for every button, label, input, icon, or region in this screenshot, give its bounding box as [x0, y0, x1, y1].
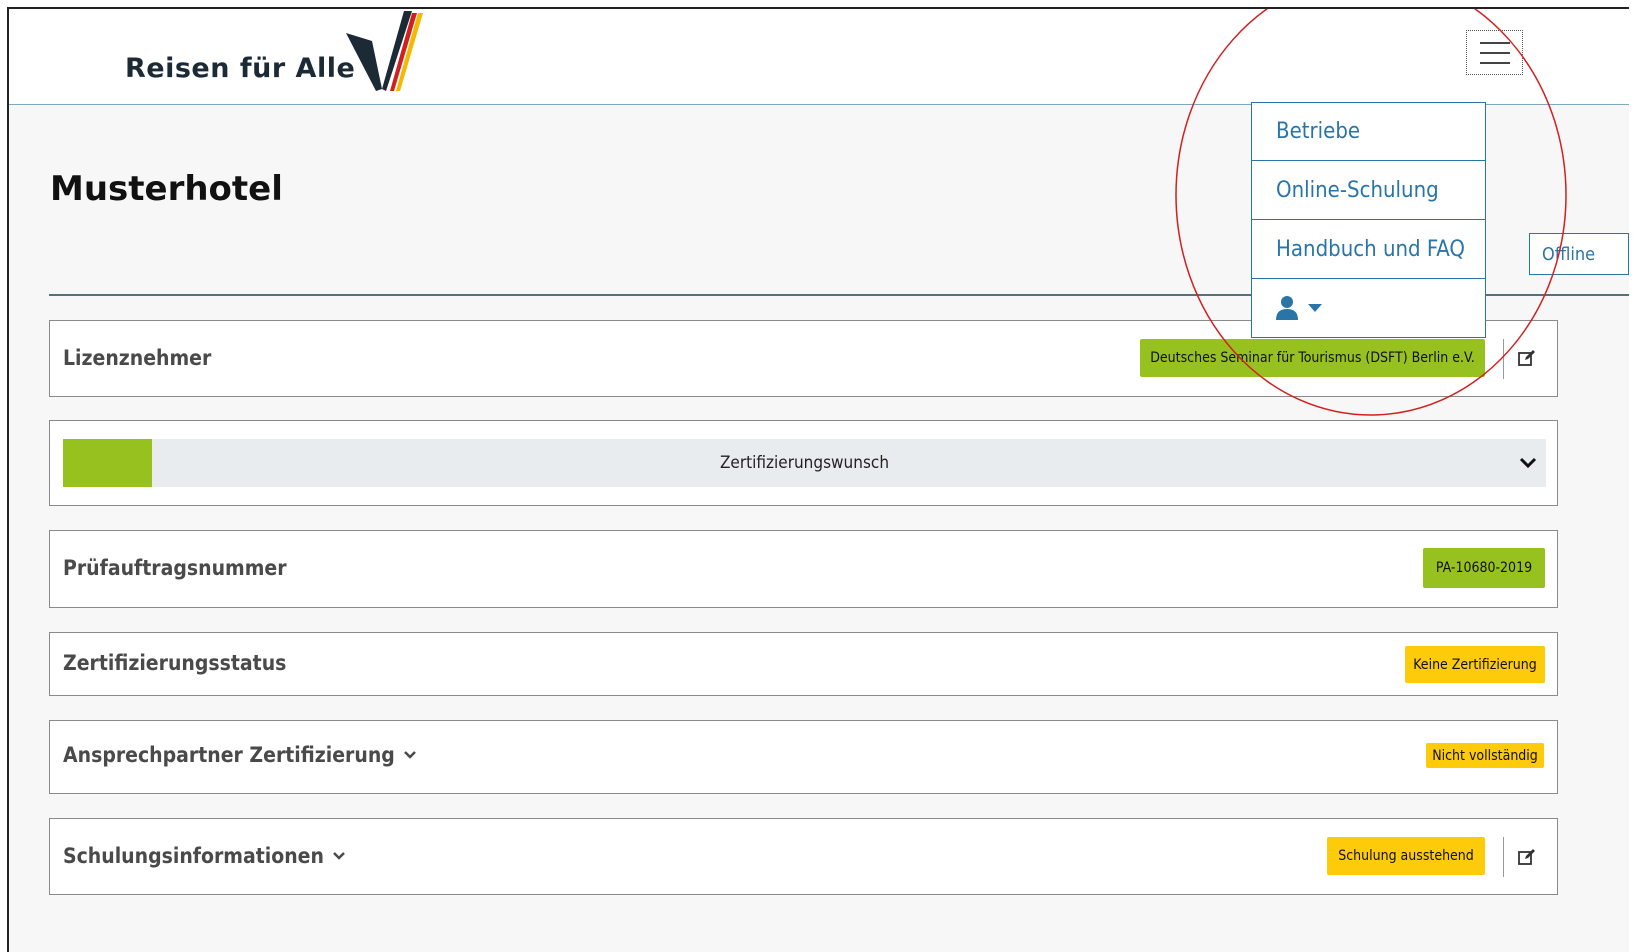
card-title[interactable]: Ansprechpartner Zertifizierung — [63, 743, 417, 767]
menu-toggle-button[interactable] — [1466, 30, 1523, 75]
chevron-down-icon — [403, 751, 416, 759]
menu-item-handbuch-faq[interactable]: Handbuch und FAQ — [1251, 220, 1486, 279]
caret-down-icon — [1308, 304, 1322, 312]
card-zertifizierungswunsch: Zertifizierungswunsch — [49, 420, 1558, 506]
training-status-badge: Schulung ausstehend — [1327, 837, 1485, 875]
certification-progress-toggle[interactable]: Zertifizierungswunsch — [63, 439, 1546, 487]
order-number-badge: PA-10680-2019 — [1423, 548, 1545, 588]
card-zertifizierungsstatus: Zertifizierungsstatus Keine Zertifizieru… — [49, 632, 1558, 696]
card-title-text: Lizenznehmer — [63, 346, 212, 370]
card-title: Zertifizierungsstatus — [63, 651, 286, 675]
nav-dropdown-menu: Betriebe Online-Schulung Handbuch und FA… — [1251, 102, 1486, 338]
top-header: Reisen für Alle — [9, 9, 1629, 105]
chevron-down-icon — [333, 852, 345, 860]
card-title[interactable]: Schulungsinformationen — [63, 844, 346, 868]
offline-button[interactable]: Offline — [1529, 233, 1629, 275]
separator — [1503, 339, 1504, 379]
progress-label: Zertifizierungswunsch — [719, 453, 890, 473]
card-title: Lizenznehmer — [63, 346, 211, 370]
user-icon — [1276, 296, 1298, 320]
hamburger-line — [1479, 51, 1510, 54]
menu-item-user[interactable] — [1251, 279, 1486, 338]
status-badge: Keine Zertifizierung — [1405, 646, 1545, 683]
menu-item-online-schulung[interactable]: Online-Schulung — [1251, 161, 1486, 220]
edit-icon[interactable] — [1518, 848, 1536, 866]
edit-icon[interactable] — [1518, 349, 1536, 367]
card-title-text: Schulungsinformationen — [63, 844, 324, 868]
logo-text: Reisen für Alle — [125, 53, 356, 84]
card-title: Prüfauftragsnummer — [63, 556, 287, 580]
card-schulungsinformationen[interactable]: Schulungsinformationen Schulung ausstehe… — [49, 818, 1558, 895]
licensee-badge: Deutsches Seminar für Tourismus (DSFT) B… — [1140, 339, 1485, 377]
contact-status-badge: Nicht vollständig — [1426, 743, 1544, 768]
card-title-text: Ansprechpartner Zertifizierung — [63, 743, 395, 767]
app-frame: Reisen für Alle Musterhotel Offline Lize… — [7, 7, 1629, 952]
card-title-text: Prüfauftragsnummer — [63, 556, 287, 580]
separator — [1503, 837, 1504, 877]
card-title-text: Zertifizierungsstatus — [63, 651, 287, 675]
hamburger-line — [1479, 61, 1510, 64]
menu-item-betriebe[interactable]: Betriebe — [1251, 102, 1486, 161]
card-ansprechpartner[interactable]: Ansprechpartner Zertifizierung Nicht vol… — [49, 720, 1558, 794]
card-pruefauftragsnummer: Prüfauftragsnummer PA-10680-2019 — [49, 530, 1558, 608]
hamburger-line — [1479, 41, 1510, 44]
logo-checkmark-icon — [346, 11, 423, 91]
chevron-down-icon — [1519, 457, 1537, 469]
page-title: Musterhotel — [50, 169, 283, 209]
